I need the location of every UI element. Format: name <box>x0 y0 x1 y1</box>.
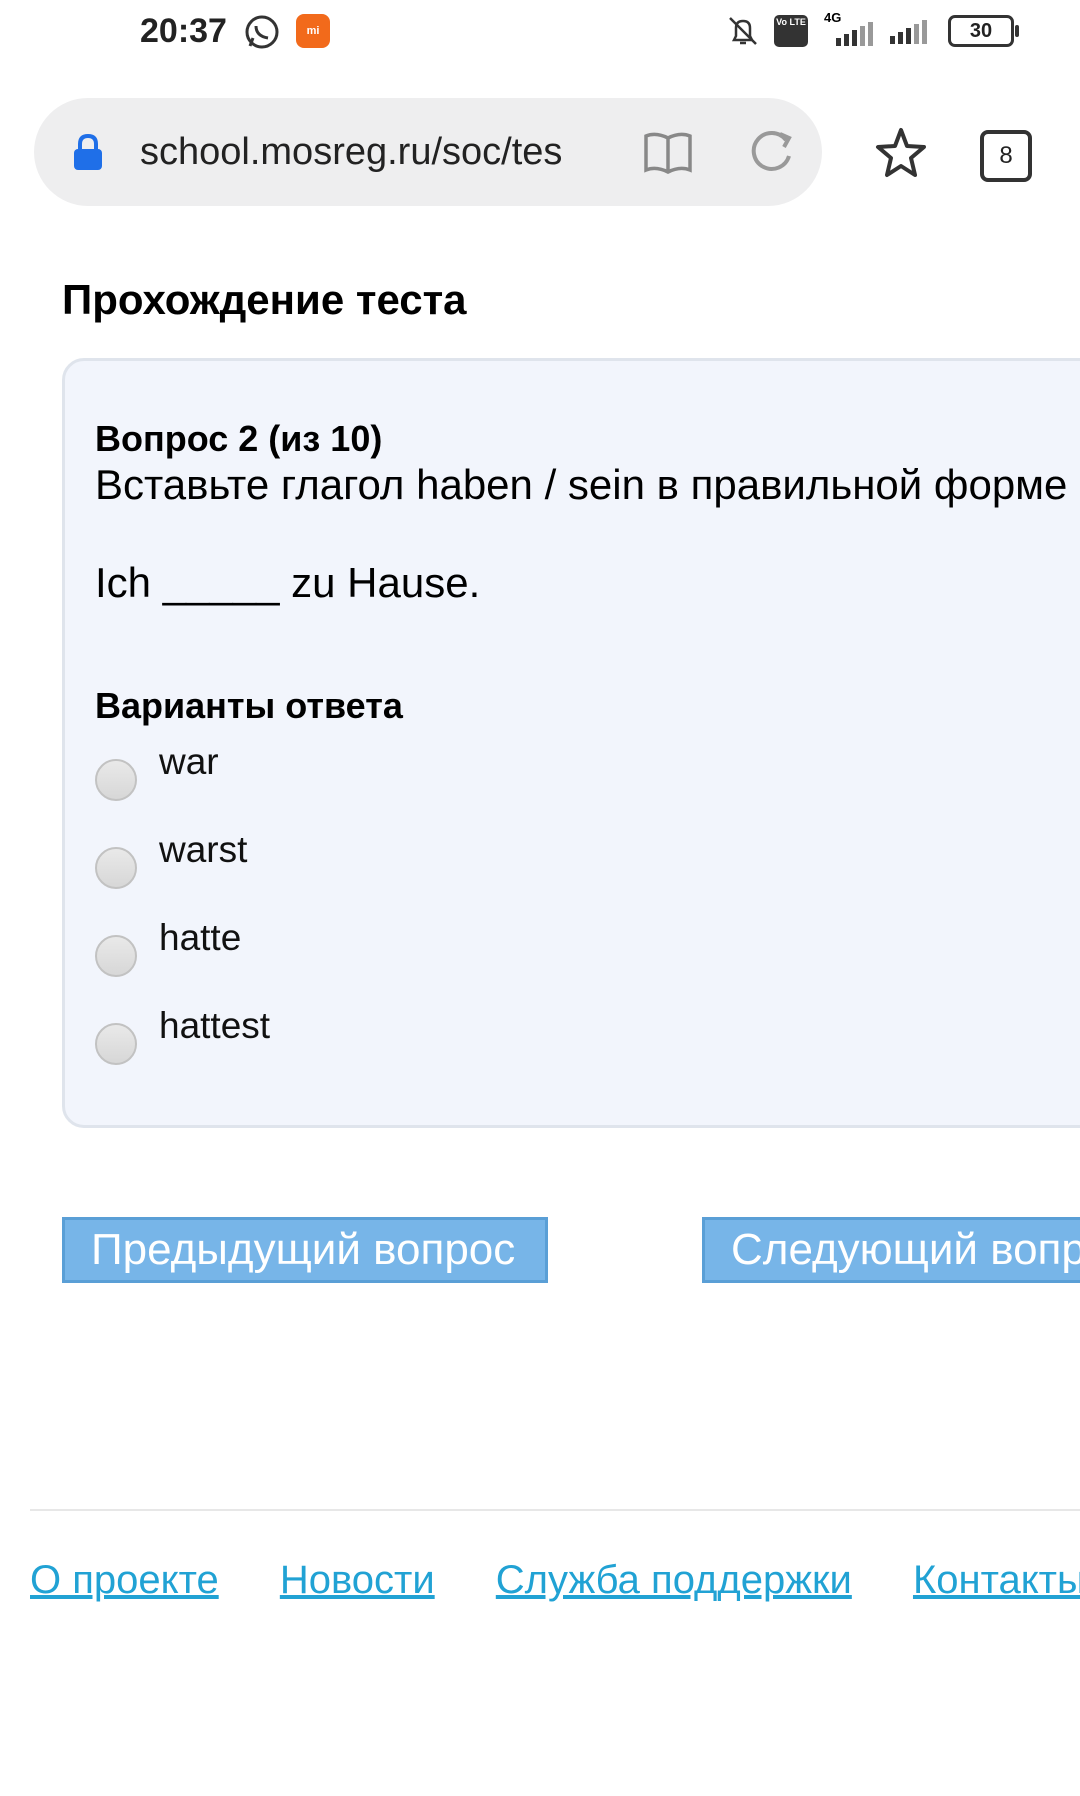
bell-off-icon <box>729 17 757 45</box>
footer-link-contacts[interactable]: Контакты <box>913 1558 1080 1602</box>
reader-icon[interactable] <box>642 128 694 176</box>
answer-option[interactable]: warst <box>95 829 695 889</box>
answer-label[interactable]: hatte <box>159 917 241 959</box>
status-time: 20:37 <box>140 12 227 50</box>
volte-icon: Vo LTE <box>774 15 808 47</box>
battery-icon: 30 <box>948 15 1019 47</box>
status-bar: 20:37 mi Vo LTE 4G 30 <box>0 0 1080 66</box>
reload-icon[interactable] <box>746 126 796 176</box>
answer-label[interactable]: war <box>159 741 219 783</box>
url-text[interactable]: school.mosreg.ru/soc/tes <box>140 131 600 174</box>
star-icon[interactable] <box>874 126 928 180</box>
answer-option[interactable]: hattest <box>95 1005 695 1065</box>
page-title: Прохождение теста <box>62 276 467 323</box>
mi-app-icon: mi <box>296 14 330 48</box>
signal-icon: 4G <box>822 10 874 46</box>
tabs-icon[interactable]: 8 <box>980 130 1032 182</box>
lock-icon <box>74 133 102 170</box>
address-bar[interactable]: school.mosreg.ru/soc/tes <box>34 98 822 206</box>
radio-button[interactable] <box>95 847 137 889</box>
signal-icon <box>890 20 927 44</box>
footer-link-about[interactable]: О проекте <box>30 1558 219 1602</box>
question-number: Вопрос 2 (из 10) <box>95 418 383 459</box>
question-sentence: Ich _____ zu Hause. <box>95 559 481 606</box>
next-question-button[interactable]: Следующий вопрос <box>702 1217 1080 1283</box>
answer-option[interactable]: war <box>95 741 695 801</box>
footer-divider <box>30 1509 1080 1511</box>
footer-link-support[interactable]: Служба поддержки <box>496 1558 852 1602</box>
question-instruction: Вставьте глагол haben / sein в правильно… <box>95 461 1068 508</box>
whatsapp-icon <box>245 15 279 49</box>
answer-label[interactable]: hattest <box>159 1005 270 1047</box>
question-card: Вопрос 2 (из 10) Вставьте глагол haben /… <box>62 358 1080 1128</box>
radio-button[interactable] <box>95 759 137 801</box>
radio-button[interactable] <box>95 935 137 977</box>
answers-title: Варианты ответа <box>95 685 403 726</box>
radio-button[interactable] <box>95 1023 137 1065</box>
footer-links: О проекте Новости Служба поддержки Конта… <box>30 1558 1080 1603</box>
answer-label[interactable]: warst <box>159 829 247 871</box>
answer-option[interactable]: hatte <box>95 917 695 977</box>
status-icons: Vo LTE 4G 30 <box>726 10 1019 48</box>
footer-link-news[interactable]: Новости <box>280 1558 435 1602</box>
prev-question-button[interactable]: Предыдущий вопрос <box>62 1217 548 1283</box>
